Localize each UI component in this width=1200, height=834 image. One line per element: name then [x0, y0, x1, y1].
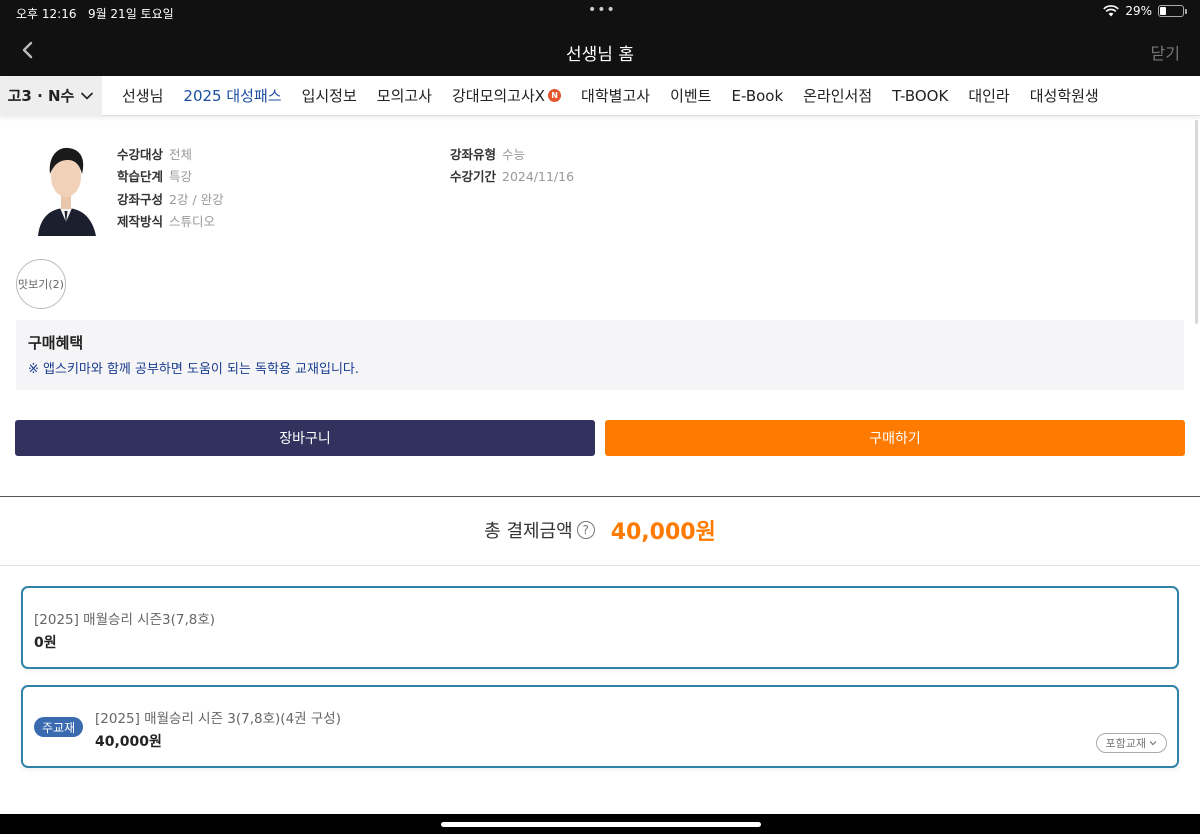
nav-item-online-bookstore[interactable]: 온라인서점 [803, 85, 872, 106]
battery-percent: 29% [1125, 4, 1152, 18]
nav-item-admission-info[interactable]: 입시정보 [302, 85, 357, 106]
nav-item-mock-exam[interactable]: 모의고사 [377, 85, 432, 106]
nav-item-academy-student[interactable]: 대성학원생 [1030, 85, 1099, 106]
total-label-group: 총 결제금액 ? [484, 517, 595, 543]
info-production: 제작방식 스튜디오 [117, 214, 216, 229]
info-type: 강좌유형 수능 [450, 147, 526, 162]
nav-item-daesung-pass[interactable]: 2025 대성패스 [183, 85, 281, 106]
total-label: 총 결제금액 [484, 521, 573, 542]
new-badge-icon: N [548, 89, 562, 102]
nav-item-tbook[interactable]: T-BOOK [892, 87, 948, 105]
info-target: 수강대상 전체 [117, 147, 193, 162]
item-name: [2025] 매월승리 시즌 3(7,8호)(4권 구성) [95, 711, 341, 727]
info-period: 수강기간 2024/11/16 [450, 169, 575, 184]
benefit-description: ※ 앱스키마와 함께 공부하면 도움이 되는 독학용 교재입니다. [28, 362, 359, 377]
help-icon[interactable]: ? [576, 521, 595, 539]
included-textbook-dropdown[interactable]: 포함교재 [1095, 733, 1167, 753]
chevron-down-icon [1149, 741, 1157, 746]
info-stage: 학습단계 특강 [117, 169, 193, 184]
textbook-item-card[interactable]: 주교재 [2025] 매월승리 시즌 3(7,8호)(4권 구성) 40,000… [21, 685, 1179, 768]
nav-item-daeinra[interactable]: 대인라 [968, 85, 1009, 106]
benefit-title: 구매혜택 [28, 334, 84, 352]
nav-item-event[interactable]: 이벤트 [670, 85, 711, 106]
battery-icon [1158, 5, 1187, 17]
lecture-item-card[interactable]: [2025] 매월승리 시즌3(7,8호) 0원 [21, 586, 1179, 669]
nav-item-teacher[interactable]: 선생님 [122, 85, 163, 106]
cart-button[interactable]: 장바구니 [15, 420, 595, 456]
multitask-dots-icon[interactable]: ••• [588, 2, 616, 18]
nav-item-kangdae-mock[interactable]: 강대모의고사X N [451, 85, 562, 106]
purchase-benefit-box: 구매혜택 ※ 앱스키마와 함께 공부하면 도움이 되는 독학용 교재입니다. [16, 320, 1184, 390]
top-nav: 고3 · N수 선생님 2025 대성패스 입시정보 모의고사 강대모의고사X … [0, 75, 1200, 116]
total-payment: 총 결제금액 ? 40,000원 [0, 514, 1200, 546]
section-divider [0, 496, 1200, 497]
nav-item-ebook[interactable]: E-Book [731, 87, 783, 105]
item-price: 0원 [34, 635, 57, 651]
wifi-icon [1103, 5, 1120, 17]
home-indicator[interactable] [441, 822, 761, 827]
grade-label: 고3 · N수 [7, 87, 75, 105]
included-textbook-label: 포함교재 [1105, 737, 1146, 750]
teacher-photo [30, 138, 102, 236]
chevron-down-icon [81, 91, 94, 100]
main-textbook-badge: 주교재 [34, 717, 84, 737]
item-price: 40,000원 [95, 734, 162, 750]
preview-button[interactable]: 맛보기(2) [16, 259, 66, 309]
nav-item-university-exam[interactable]: 대학별고사 [581, 85, 650, 106]
scrollbar[interactable] [1195, 120, 1198, 324]
page-title: 선생님 홈 [566, 45, 634, 65]
status-right: 29% [1103, 4, 1187, 18]
status-time: 오후 12:16 9월 21일 토요일 [16, 7, 174, 21]
status-bar: 오후 12:16 9월 21일 토요일 ••• 29% [0, 0, 1200, 26]
buy-button[interactable]: 구매하기 [605, 420, 1185, 456]
total-amount: 40,000원 [610, 520, 716, 545]
grade-selector[interactable]: 고3 · N수 [0, 75, 102, 116]
item-name: [2025] 매월승리 시즌3(7,8호) [34, 612, 216, 628]
title-bar: 선생님 홈 닫기 [0, 26, 1200, 76]
info-composition: 강좌구성 2강 / 완강 [117, 192, 224, 207]
nav-item-kangdae-mock-label: 강대모의고사X [451, 87, 546, 105]
nav-menu: 선생님 2025 대성패스 입시정보 모의고사 강대모의고사X N 대학별고사 … [122, 85, 1119, 106]
section-divider [0, 565, 1200, 566]
close-button[interactable]: 닫기 [1151, 40, 1180, 64]
